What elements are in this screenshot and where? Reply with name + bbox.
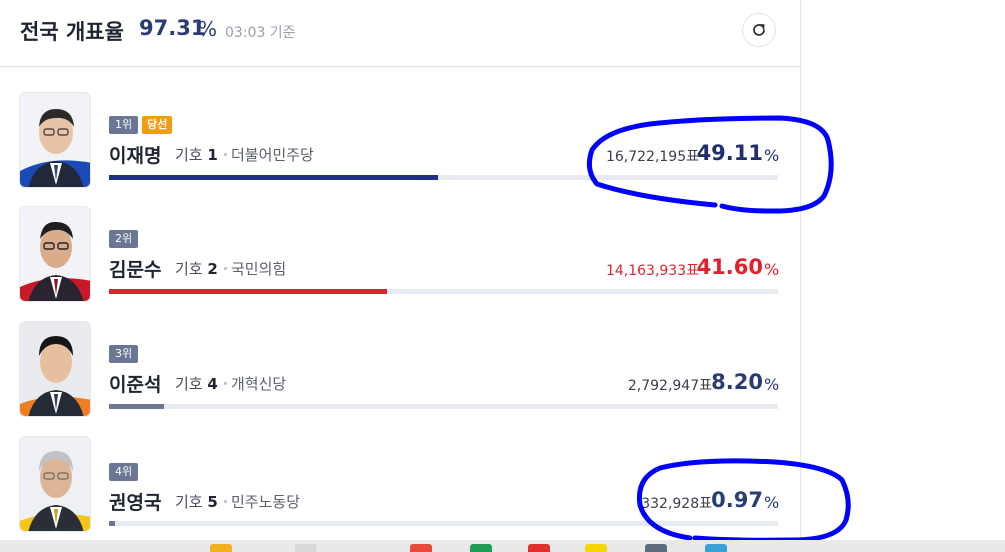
vote-count: 14,163,933표 [605, 263, 699, 279]
vote-percent-sign: % [764, 375, 780, 394]
candidate-photo [19, 321, 91, 417]
taskbar-app-icon[interactable] [705, 544, 727, 552]
separator-dot [224, 267, 227, 270]
vote-share-bar [109, 175, 778, 180]
candidate-row[interactable]: 1위 당선 이재명 기호 1 더불어민주당 16,722,195표 49.11 % [0, 86, 800, 196]
taskbar-app-icon[interactable] [528, 544, 550, 552]
vote-percent: 49.11 [696, 141, 763, 165]
rank-badges: 3위 [109, 345, 139, 363]
candidate-photo [19, 92, 91, 188]
vote-count: 16,722,195표 [605, 149, 699, 165]
rank-badges: 2위 [109, 230, 139, 248]
rank-badge: 3위 [109, 345, 139, 363]
number-label: 기호 [175, 260, 203, 278]
candidate-number: 기호 5 [175, 491, 218, 512]
vote-share-fill [109, 289, 388, 294]
number-label: 기호 [175, 146, 203, 164]
candidate-row[interactable]: 2위 김문수 기호 2 국민의힘 14,163,933표 41.60 % [0, 200, 800, 310]
count-rate-value: 97.31 [139, 16, 206, 40]
vote-share-fill [109, 521, 116, 526]
rank-badges: 4위 [109, 463, 139, 481]
vote-share-bar [109, 404, 778, 409]
candidate-name: 김문수 [109, 259, 162, 281]
taskbar-app-icon[interactable] [585, 544, 607, 552]
rank-badges: 1위 당선 [109, 116, 173, 134]
vote-percent-sign: % [764, 260, 780, 279]
party-name: 국민의힘 [231, 260, 287, 278]
candidate-name: 이준석 [109, 374, 162, 396]
candidate-number: 기호 4 [175, 373, 218, 394]
number-value: 5 [207, 493, 218, 511]
count-rate-percent-sign: % [198, 17, 218, 41]
refresh-icon [753, 24, 765, 36]
vote-percent-sign: % [764, 493, 780, 512]
taskbar-app-icon[interactable] [295, 544, 317, 552]
vote-share-bar [109, 521, 778, 526]
number-label: 기호 [175, 493, 203, 511]
vote-percent: 41.60 [696, 255, 763, 279]
vote-percent-sign: % [764, 146, 780, 165]
taskbar-app-icon[interactable] [210, 544, 232, 552]
candidate-number: 기호 2 [175, 258, 218, 279]
page-title: 전국 개표율 [20, 20, 124, 44]
vote-share-fill [109, 175, 438, 180]
number-value: 1 [207, 146, 218, 164]
candidate-photo [19, 206, 91, 302]
taskbar [0, 540, 1005, 552]
update-time: 03:03 기준 [225, 25, 296, 41]
election-results-panel: 전국 개표율 97.31 % 03:03 기준 1위 당선 이재명 기호 1 더… [0, 0, 801, 552]
candidate-number: 기호 1 [175, 144, 218, 165]
party-name: 더불어민주당 [231, 146, 314, 164]
taskbar-app-icon[interactable] [410, 544, 432, 552]
party-name: 개혁신당 [231, 375, 287, 393]
separator-dot [224, 153, 227, 156]
separator-dot [224, 382, 227, 385]
number-value: 4 [207, 375, 218, 393]
number-label: 기호 [175, 375, 203, 393]
vote-count: 2,792,947표 [627, 378, 712, 394]
vote-count: 332,928표 [641, 496, 712, 512]
vote-share-bar [109, 289, 778, 294]
results-header: 전국 개표율 97.31 % 03:03 기준 [0, 0, 800, 67]
candidate-row[interactable]: 4위 권영국 기호 5 민주노동당 332,928표 0.97 % [0, 430, 800, 540]
vote-percent: 8.20 [711, 370, 763, 394]
party-name: 민주노동당 [231, 493, 301, 511]
vote-share-fill [109, 404, 164, 409]
candidate-photo [19, 436, 91, 532]
rank-badge: 2위 [109, 230, 139, 248]
candidate-name: 권영국 [109, 492, 162, 514]
candidate-name: 이재명 [109, 145, 162, 167]
rank-badge: 1위 [109, 116, 139, 134]
vote-percent: 0.97 [711, 488, 763, 512]
refresh-button[interactable] [742, 13, 776, 47]
number-value: 2 [207, 260, 218, 278]
separator-dot [224, 500, 227, 503]
winner-badge: 당선 [142, 116, 173, 134]
taskbar-app-icon[interactable] [470, 544, 492, 552]
candidate-row[interactable]: 3위 이준석 기호 4 개혁신당 2,792,947표 8.20 % [0, 315, 800, 425]
rank-badge: 4위 [109, 463, 139, 481]
taskbar-app-icon[interactable] [645, 544, 667, 552]
